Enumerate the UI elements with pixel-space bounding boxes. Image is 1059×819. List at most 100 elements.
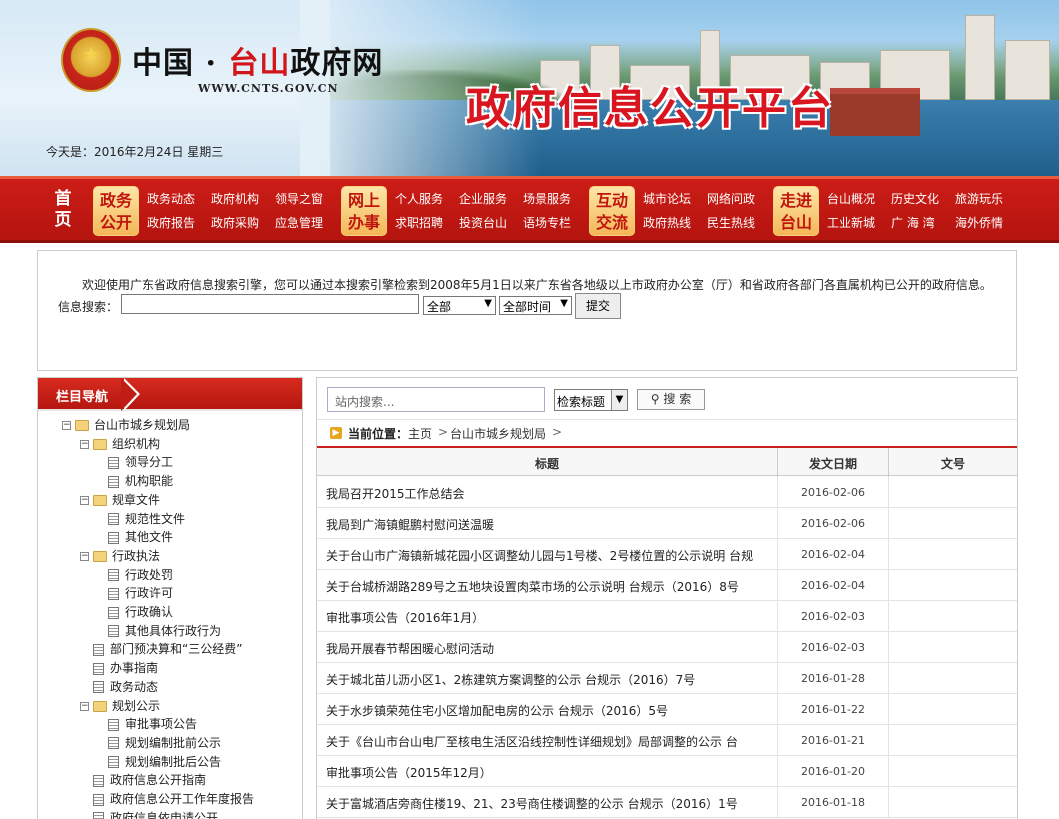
info-search-input[interactable] — [121, 294, 419, 314]
tree-item[interactable]: 政府信息公开工作年度报告 — [93, 790, 254, 808]
nav-link[interactable]: 旅游玩乐 — [955, 190, 1003, 207]
doc-date: 2016-02-06 — [801, 486, 865, 499]
nav-cat-online-services[interactable]: 网上办事 — [341, 186, 387, 236]
nav-link[interactable]: 工业新城 — [827, 214, 875, 231]
table-row[interactable]: 我局召开2015工作总结会 2016-02-06 — [317, 477, 1017, 508]
table-row[interactable]: 审批事项公告（2015年12月） 2016-01-20 — [317, 756, 1017, 787]
tree-item[interactable]: 领导分工 — [108, 453, 173, 471]
tree-item[interactable]: 部门预决算和“三公经费” — [93, 640, 242, 658]
nav-link[interactable]: 政府热线 — [643, 214, 691, 231]
tree-item[interactable]: 行政处罚 — [108, 566, 173, 584]
nav-link[interactable]: 民生热线 — [707, 214, 755, 231]
tree-item[interactable]: 政府信息公开指南 — [93, 771, 206, 789]
tree-item[interactable]: 政务动态 — [93, 678, 158, 696]
nav-link[interactable]: 政府报告 — [147, 214, 195, 231]
tree-item[interactable]: 规划编制批后公告 — [108, 753, 221, 771]
breadcrumb-current[interactable]: 台山市城乡规划局 — [450, 425, 546, 442]
tree-item[interactable]: 其他具体行政行为 — [108, 622, 221, 640]
tree-item[interactable]: 审批事项公告 — [108, 715, 197, 733]
tree-item[interactable]: − 组织机构 — [80, 435, 160, 453]
nav-link[interactable]: 广 海 湾 — [891, 214, 935, 231]
nav-link[interactable]: 场景服务 — [523, 190, 571, 207]
doc-date: 2016-01-28 — [801, 672, 865, 685]
doc-date: 2016-01-20 — [801, 765, 865, 778]
nav-link[interactable]: 海外侨情 — [955, 214, 1003, 231]
nav-cat-about-taishan[interactable]: 走进台山 — [773, 186, 819, 236]
nav-home[interactable]: 首页 — [48, 189, 78, 231]
table-row[interactable]: 我局到广海镇鲲鹏村慰问送温暖 2016-02-06 — [317, 508, 1017, 539]
nav-link[interactable]: 企业服务 — [459, 190, 507, 207]
tree-item[interactable]: − 规划公示 — [80, 697, 160, 715]
collapse-icon[interactable]: − — [80, 495, 89, 505]
table-row[interactable]: 关于《台山市台山电厂至核电生活区沿线控制性详细规划》局部调整的公示 台 2016-… — [317, 725, 1017, 756]
scope-select[interactable]: 全部 ▼ — [423, 296, 496, 315]
tree-item-label: 行政确认 — [125, 605, 174, 619]
collapse-icon[interactable]: − — [62, 421, 71, 430]
doc-title-link[interactable]: 关于富城酒店旁商住楼19、21、23号商住楼调整的公示 台规示（2016）1号 — [326, 795, 766, 812]
nav-link[interactable]: 应急管理 — [275, 214, 323, 231]
table-row[interactable]: 审批事项公告（2016年1月） 2016-02-03 — [317, 601, 1017, 632]
collapse-icon[interactable]: − — [80, 701, 89, 711]
time-select[interactable]: 全部时间 ▼ — [499, 296, 572, 315]
doc-title-link[interactable]: 关于台城桥湖路289号之五地块设置肉菜市场的公示说明 台规示（2016）8号 — [326, 578, 766, 595]
doc-title-link[interactable]: 审批事项公告（2015年12月） — [326, 764, 766, 781]
table-row[interactable]: 关于富城酒店旁商住楼19、21、23号商住楼调整的公示 台规示（2016）1号 2… — [317, 787, 1017, 818]
table-row[interactable]: 关于台城桥湖路289号之五地块设置肉菜市场的公示说明 台规示（2016）8号 20… — [317, 570, 1017, 601]
doc-title-link[interactable]: 关于《台山市台山电厂至核电生活区沿线控制性详细规划》局部调整的公示 台 — [326, 733, 766, 750]
doc-title-link[interactable]: 关于城北苗儿沥小区1、2栋建筑方案调整的公示 台规示（2016）7号 — [326, 671, 766, 688]
nav-cat-interaction[interactable]: 互动交流 — [589, 186, 635, 236]
nav-link[interactable]: 历史文化 — [891, 190, 939, 207]
tree-item-label: 规范性文件 — [125, 511, 186, 526]
doc-title-link[interactable]: 我局到广海镇鲲鹏村慰问送温暖 — [326, 516, 766, 533]
site-url: WWW.CNTS.GOV.CN — [198, 82, 339, 95]
doc-title-link[interactable]: 关于台山市广海镇新城花园小区调整幼儿园与1号楼、2号楼位置的公示说明 台规 — [326, 547, 766, 564]
nav-link[interactable]: 网络问政 — [707, 190, 755, 207]
collapse-icon[interactable]: − — [80, 551, 89, 561]
doc-title-link[interactable]: 关于水步镇荣苑住宅小区增加配电房的公示 台规示（2016）5号 — [326, 702, 766, 719]
search-icon: ⚲ — [650, 392, 660, 406]
tree-item[interactable]: 规范性文件 — [108, 510, 185, 528]
search-scope-select[interactable]: 检索标题 ▼ — [554, 389, 628, 411]
tree-item[interactable]: 行政确认 — [108, 603, 173, 621]
tree-item[interactable]: − 规章文件 — [80, 491, 160, 509]
nav-cat-gov-affairs[interactable]: 政务公开 — [93, 186, 139, 236]
tree-item[interactable]: 行政许可 — [108, 584, 173, 602]
tree-item[interactable]: 政府信息依申请公开 — [93, 809, 218, 819]
location-icon: ▶ — [330, 427, 342, 439]
tree-item[interactable]: 办事指南 — [93, 659, 158, 677]
tree-item[interactable]: 规划编制批前公示 — [108, 734, 221, 752]
table-row[interactable]: 关于水步镇荣苑住宅小区增加配电房的公示 台规示（2016）5号 2016-01-2… — [317, 694, 1017, 725]
table-row[interactable]: 我局开展春节帮困暖心慰问活动 2016-02-03 — [317, 632, 1017, 663]
submit-button[interactable]: 提交 — [575, 293, 621, 319]
tree-item-label: 领导分工 — [125, 455, 174, 470]
tree-item[interactable]: 其他文件 — [108, 528, 173, 546]
search-button[interactable]: ⚲ 搜 索 — [637, 389, 705, 410]
doc-title-link[interactable]: 我局开展春节帮困暖心慰问活动 — [326, 640, 766, 657]
nav-link[interactable]: 政府机构 — [211, 190, 259, 207]
nav-link[interactable]: 政务动态 — [147, 190, 195, 207]
document-icon — [108, 587, 119, 600]
tree-item-label: 规划编制批前公示 — [125, 735, 222, 750]
tree-item[interactable]: − 行政执法 — [80, 547, 160, 565]
document-icon — [93, 662, 104, 675]
nav-link[interactable]: 城市论坛 — [643, 190, 691, 207]
site-search-input[interactable]: 站内搜索... — [327, 387, 545, 412]
breadcrumb-home[interactable]: 主页 — [408, 425, 432, 442]
doc-title-link[interactable]: 我局召开2015工作总结会 — [326, 485, 766, 502]
nav-link[interactable]: 投资台山 — [459, 214, 507, 231]
nav-link[interactable]: 政府采购 — [211, 214, 259, 231]
site-name[interactable]: 中国 · 台山政府网 — [132, 38, 383, 82]
nav-link[interactable]: 语场专栏 — [523, 214, 571, 231]
nav-link[interactable]: 个人服务 — [395, 190, 443, 207]
tree-item[interactable]: − 台山市城乡规划局 — [62, 416, 190, 434]
nav-link[interactable]: 求职招聘 — [395, 214, 443, 231]
table-row[interactable]: 关于台山市广海镇新城花园小区调整幼儿园与1号楼、2号楼位置的公示说明 台规 201… — [317, 539, 1017, 570]
main-content: 站内搜索... 检索标题 ▼ ⚲ 搜 索 ▶ 当前位置： 主页 > 台山市城乡规划… — [316, 377, 1018, 819]
collapse-icon[interactable]: − — [80, 439, 89, 449]
nav-link[interactable]: 领导之窗 — [275, 190, 323, 207]
tree-item[interactable]: 机构职能 — [108, 472, 173, 490]
nav-link[interactable]: 台山概况 — [827, 190, 875, 207]
current-date: 今天是：2016年2月24日 星期三 — [46, 145, 224, 159]
doc-title-link[interactable]: 审批事项公告（2016年1月） — [326, 609, 766, 626]
table-row[interactable]: 关于城北苗儿沥小区1、2栋建筑方案调整的公示 台规示（2016）7号 2016-0… — [317, 663, 1017, 694]
